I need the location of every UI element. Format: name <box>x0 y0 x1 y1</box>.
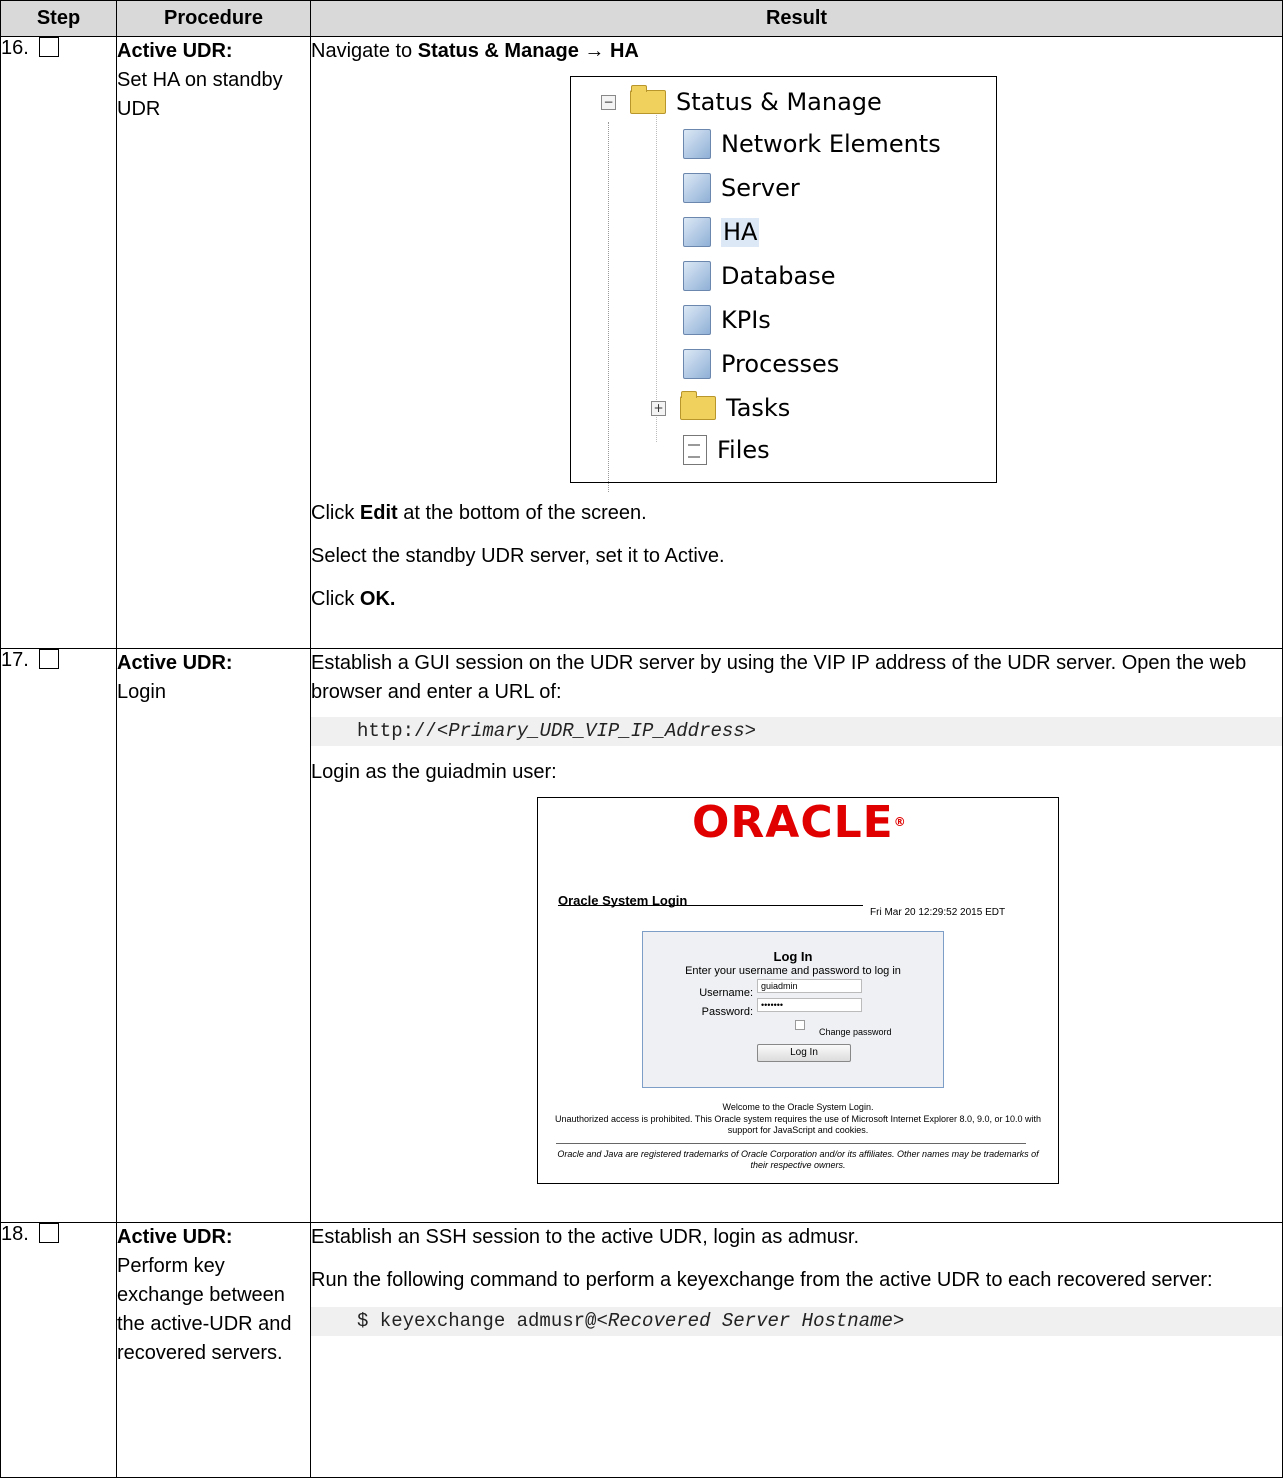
system-login-title: Oracle System Login <box>558 893 688 908</box>
tree-item-label: Database <box>721 261 836 290</box>
tree-item-label: HA <box>721 217 760 247</box>
step-number: 17. <box>1 649 29 671</box>
step-number: 18. <box>1 1223 29 1245</box>
run-instruction: Run the following command to perform a k… <box>311 1269 1213 1291</box>
title-underline <box>558 905 863 906</box>
password-label: Password: <box>701 1006 753 1018</box>
url-placeholder: <Primary_UDR_VIP_IP_Address> <box>436 720 757 742</box>
step-row-18: 18. Active UDR: Perform key exchange bet… <box>0 1222 1283 1478</box>
procedure-table: Step Procedure Result 16. Active UDR: Se… <box>0 0 1283 1478</box>
step-cell: 16. <box>0 36 117 649</box>
tree-item-database[interactable]: Database <box>683 259 836 293</box>
procedure-desc: Perform key exchange between the active-… <box>117 1255 292 1364</box>
result-cell: Establish an SSH session to the active U… <box>310 1222 1283 1478</box>
step-checkbox[interactable] <box>38 649 59 669</box>
logo-text: ORACLE <box>692 797 894 848</box>
login-box: Log In Enter your username and password … <box>642 931 944 1088</box>
step-cell: 17. <box>0 648 117 1223</box>
oracle-logo: ORACLE® <box>692 801 907 845</box>
password-field[interactable]: ••••••• <box>757 998 862 1012</box>
username-field[interactable]: guiadmin <box>757 979 862 993</box>
nav-prefix: Navigate to <box>311 40 418 62</box>
ok-prefix: Click <box>311 588 360 610</box>
tree-guide-line <box>608 122 609 492</box>
step-cell: 18. <box>0 1222 117 1478</box>
edit-label: Edit <box>359 502 398 524</box>
tree-item-label: Tasks <box>726 393 791 422</box>
header-result: Result <box>310 0 1283 37</box>
change-password-label: Change password <box>819 1027 892 1037</box>
header-procedure: Procedure <box>116 0 311 37</box>
tree-item-processes[interactable]: Processes <box>683 347 839 381</box>
header-step: Step <box>0 0 117 37</box>
step-number: 16. <box>1 37 29 59</box>
expand-icon[interactable]: + <box>651 400 666 416</box>
nav-instruction: Navigate to Status & Manage → HA <box>311 37 1282 66</box>
procedure-desc: Login <box>117 681 166 703</box>
ok-instruction: Click OK. <box>311 585 1282 614</box>
page-icon <box>683 129 711 159</box>
tree-item-server[interactable]: Server <box>683 171 800 205</box>
change-password-checkbox[interactable] <box>795 1020 805 1030</box>
cmd-prefix: $ keyexchange admusr@ <box>357 1310 597 1332</box>
open-folder-icon <box>630 85 666 114</box>
result-cell: Establish a GUI session on the UDR serve… <box>310 648 1283 1223</box>
procedure-title: Active UDR: <box>117 652 233 674</box>
tree-item-label: KPIs <box>721 305 771 334</box>
procedure-title: Active UDR: <box>117 40 233 62</box>
tree-item-tasks[interactable]: + Tasks <box>651 391 790 425</box>
document-icon <box>683 435 707 465</box>
tree-item-label: Server <box>721 173 800 202</box>
login-button[interactable]: Log In <box>757 1044 851 1062</box>
edit-prefix: Click <box>311 502 360 524</box>
page-icon <box>683 217 711 247</box>
edit-suffix: at the bottom of the screen. <box>397 502 647 524</box>
login-screenshot: ORACLE® Oracle System Login Fri Mar 20 1… <box>537 797 1059 1184</box>
trademark-notice: Oracle and Java are registered trademark… <box>557 1149 1039 1170</box>
procedure-cell: Active UDR: Set HA on standby UDR <box>116 36 311 649</box>
procedure-title: Active UDR: <box>117 1226 233 1248</box>
tree-item-label: Network Elements <box>721 129 941 158</box>
cmd-placeholder: <Recovered Server Hostname> <box>596 1310 905 1332</box>
result-cell: Navigate to Status & Manage → HA − Statu… <box>310 36 1283 649</box>
tree-item-kpis[interactable]: KPIs <box>683 303 771 337</box>
logo-mark: ® <box>893 815 907 829</box>
page-icon <box>683 349 711 379</box>
establish-instruction: Establish a GUI session on the UDR serve… <box>311 652 1247 703</box>
tree-item-network-elements[interactable]: Network Elements <box>683 127 941 161</box>
step-row-17: 17. Active UDR: Login Establish a GUI se… <box>0 648 1283 1223</box>
step-row-16: 16. Active UDR: Set HA on standby UDR Na… <box>0 36 1283 649</box>
procedure-cell: Active UDR: Login <box>116 648 311 1223</box>
tree-item-ha[interactable]: HA <box>683 215 760 249</box>
footer-divider <box>556 1143 1026 1144</box>
keyexchange-code-block: $ keyexchange admusr@<Recovered Server H… <box>311 1307 1282 1336</box>
collapse-icon[interactable]: − <box>601 94 616 110</box>
tree-item-label: Processes <box>721 349 840 378</box>
login-instruction: Login as the guiadmin user: <box>311 761 557 783</box>
page-icon <box>683 305 711 335</box>
login-date: Fri Mar 20 12:29:52 2015 EDT <box>870 907 1006 918</box>
tree-root-label: Status & Manage <box>676 87 882 116</box>
unauthorized-notice: Unauthorized access is prohibited. This … <box>554 1114 1042 1135</box>
tree-item-label: Files <box>717 435 770 464</box>
procedure-cell: Active UDR: Perform key exchange between… <box>116 1222 311 1478</box>
procedure-desc: Set HA on standby UDR <box>117 69 283 120</box>
folder-icon <box>680 391 716 420</box>
tree-item-files[interactable]: Files <box>683 433 770 467</box>
page-icon <box>683 173 711 203</box>
select-instruction: Select the standby UDR server, set it to… <box>311 545 725 567</box>
ok-label: OK. <box>359 588 396 610</box>
header-row: Step Procedure Result <box>0 0 1283 37</box>
edit-instruction: Click Edit at the bottom of the screen. <box>311 499 1282 528</box>
ssh-instruction: Establish an SSH session to the active U… <box>311 1226 860 1248</box>
nav-path: Status & Manage → HA <box>417 40 639 62</box>
tree-root[interactable]: − Status & Manage <box>601 85 882 119</box>
step-checkbox[interactable] <box>38 1223 59 1243</box>
menu-tree-screenshot: − Status & Manage Network Elements Serve… <box>570 76 997 492</box>
url-code-block: http://<Primary_UDR_VIP_IP_Address> <box>311 717 1282 746</box>
page-icon <box>683 261 711 291</box>
step-checkbox[interactable] <box>38 37 59 57</box>
url-prefix: http:// <box>357 720 437 742</box>
